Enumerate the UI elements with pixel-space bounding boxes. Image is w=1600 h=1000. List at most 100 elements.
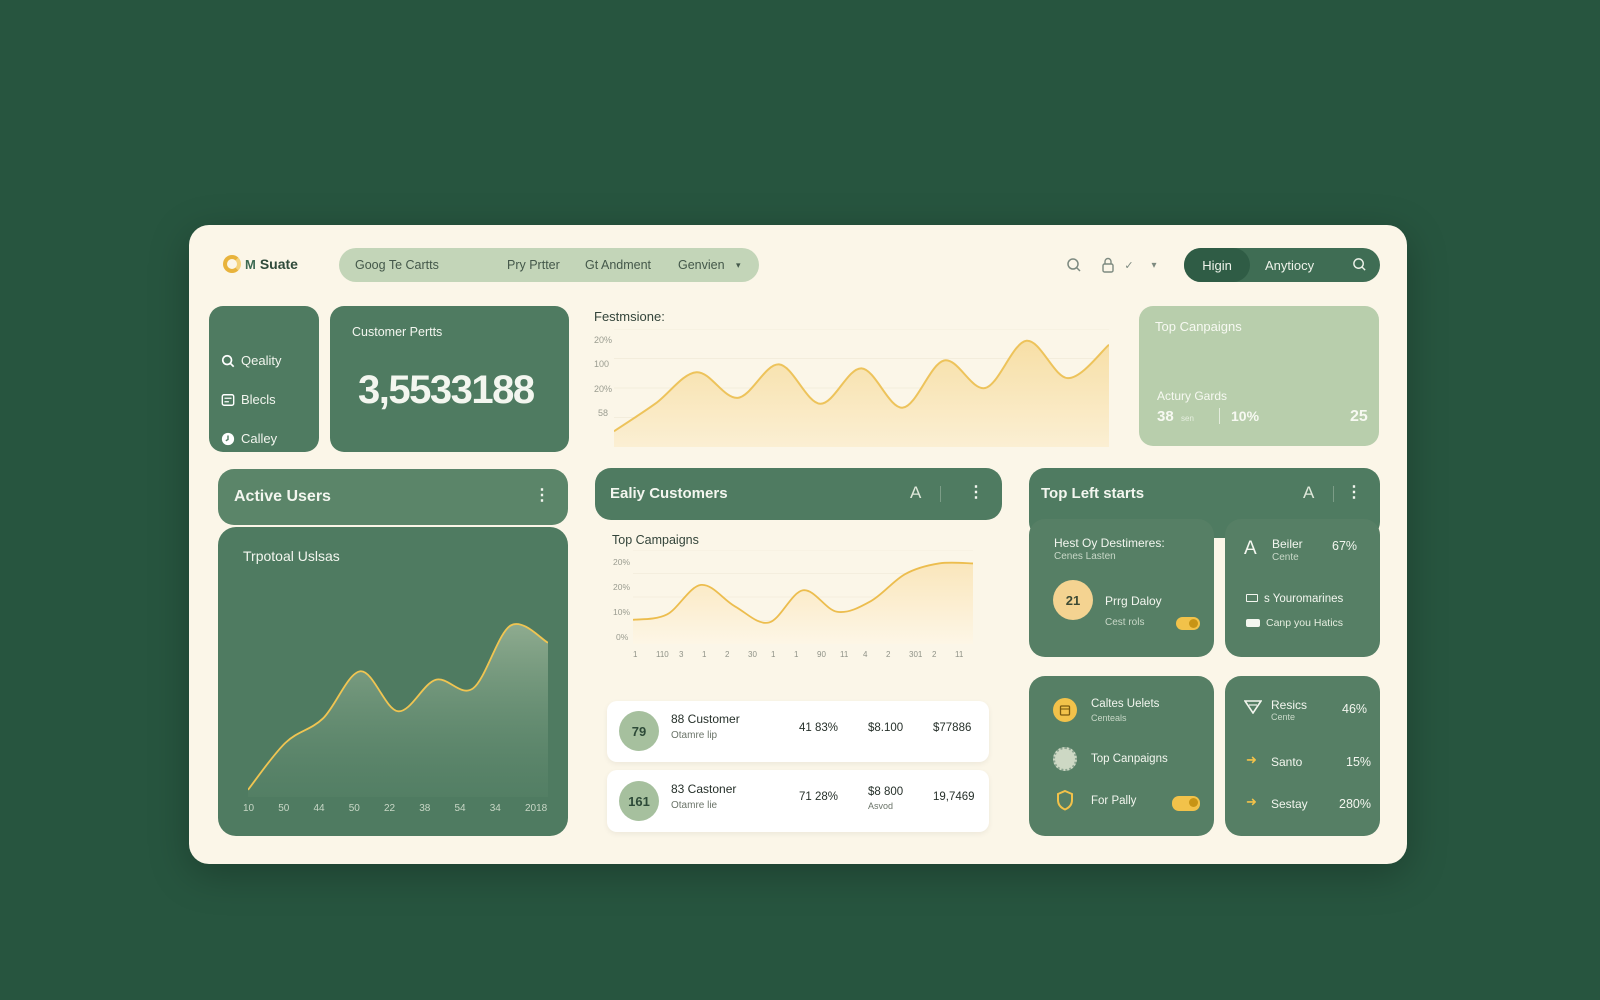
count-badge: 21: [1053, 580, 1093, 620]
stat-unit: sen: [1181, 414, 1194, 423]
more-options-icon[interactable]: ⋮: [968, 482, 984, 502]
nav-item-2[interactable]: Pry Prtter: [507, 258, 560, 272]
logo-icon: [223, 255, 241, 273]
xtick-label: 50: [348, 803, 360, 814]
active-users-area-chart: [248, 623, 548, 797]
xtick-label: 110: [656, 650, 669, 659]
check-icon[interactable]: ✓: [1119, 255, 1139, 275]
ytick-label: 20%: [594, 384, 613, 394]
destinations-card[interactable]: Hest Oy Destimeres: Cenes Lasten 21 Prrg…: [1029, 519, 1214, 657]
arrow-right-icon: ➜: [1246, 794, 1257, 809]
list-item[interactable]: Caltes Uelets: [1091, 698, 1159, 710]
ytick-label: 20%: [613, 557, 631, 567]
nav-item-3[interactable]: Gt Andment: [585, 258, 651, 272]
lock-icon[interactable]: [1098, 255, 1118, 275]
card-title: Hest Oy Destimeres:: [1054, 536, 1165, 550]
sidebar-item-label: Blecls: [241, 392, 276, 407]
beiler-card[interactable]: A Beiler Cente 67% s Youromarines Canp y…: [1225, 519, 1380, 657]
row-sub: Otamre lip: [671, 730, 718, 741]
card-title: Top Canpaigns: [1155, 319, 1242, 334]
row-percent: 71 28%: [799, 791, 839, 803]
card-subtitle: Cente: [1272, 552, 1299, 563]
xtick-label: 2018: [525, 803, 548, 814]
chevron-down-icon[interactable]: ▾: [736, 260, 741, 271]
globe-icon: [1053, 747, 1077, 771]
more-options-icon[interactable]: ⋮: [534, 485, 550, 505]
xtick-label: 11: [955, 650, 964, 659]
stat-value: 38: [1157, 408, 1174, 425]
font-icon[interactable]: A: [1303, 483, 1314, 503]
sidebar: Qeality Blecls Calley: [209, 306, 319, 452]
sidebar-item-quality[interactable]: Qeality: [221, 353, 281, 368]
early-customers-header: Ealiy Customers A ⋮: [595, 468, 1002, 520]
section-title: Ealiy Customers: [610, 485, 728, 502]
grid-icon: [221, 393, 235, 406]
row-name: 88 Customer: [671, 712, 740, 726]
xtick-label: 30: [748, 650, 757, 659]
search-icon[interactable]: [1352, 257, 1367, 275]
xtick-label: 22: [384, 803, 396, 814]
active-users-chart-card: Trpotoal Uslsas 10 50 44 50 22 38 54 34 2018: [218, 527, 568, 836]
xtick-label: 4: [863, 650, 868, 659]
active-users-header: Active Users ⋮: [218, 469, 568, 525]
nav-item-1[interactable]: Goog Te Cartts: [355, 258, 439, 272]
ytick-label: 20%: [613, 582, 631, 592]
xtick-label: 44: [313, 803, 325, 814]
customer-metric-card: Customer Pertts 3,5533188: [330, 306, 569, 452]
list-item: s Youromarines: [1264, 593, 1344, 605]
ytick-label: 0%: [616, 632, 629, 642]
card-icon: [1246, 619, 1260, 627]
list-item[interactable]: Top Canpaigns: [1091, 753, 1168, 765]
row-badge: 79: [619, 711, 659, 751]
logo-text: Suate: [259, 256, 298, 272]
list-item[interactable]: Santo: [1271, 755, 1302, 769]
table-row[interactable]: 161 83 Castoner Otamre lie 71 28% $8 800…: [607, 770, 989, 832]
segment-other[interactable]: Anytiocy: [1265, 258, 1314, 273]
sidebar-item-blocks[interactable]: Blecls: [221, 392, 276, 407]
list-item[interactable]: Sestay: [1271, 797, 1308, 811]
logo-mark-letter: M: [245, 256, 256, 272]
search-icon[interactable]: [1064, 255, 1084, 275]
sidebar-item-label: Calley: [241, 431, 278, 446]
logo[interactable]: M Suate: [223, 255, 298, 273]
chevron-down-icon[interactable]: ▾: [1144, 255, 1164, 275]
toggle-switch[interactable]: [1172, 796, 1200, 811]
xtick-label: 50: [278, 803, 290, 814]
row-total: $77886: [933, 722, 972, 734]
xtick-label: 34: [489, 803, 501, 814]
divider: [1333, 486, 1334, 502]
list-item[interactable]: For Pally: [1091, 795, 1136, 807]
nav-item-4[interactable]: Genvien: [678, 258, 725, 272]
ytick-label: 100: [594, 359, 610, 369]
metric-value: 3,5533188: [358, 368, 535, 412]
row-name: 83 Castoner: [671, 782, 737, 796]
chart-title: Top Campaigns: [612, 533, 699, 547]
table-row[interactable]: 79 88 Customer Otamre lip 41 83% $8.100 …: [607, 701, 989, 762]
list-item[interactable]: Resics: [1271, 698, 1307, 712]
item-percent: 46%: [1342, 702, 1368, 716]
row-amount: $8.100: [868, 722, 904, 734]
sidebar-item-calley[interactable]: Calley: [221, 431, 277, 446]
chart-title: Trpotoal Uslsas: [243, 548, 340, 564]
toggle-switch[interactable]: [1176, 617, 1200, 630]
row-amount: $8 800: [868, 786, 904, 798]
row-badge: 161: [619, 781, 659, 821]
arrow-right-icon: ➜: [1246, 752, 1257, 767]
list-item: Canp you Hatics: [1266, 617, 1344, 629]
card-subtitle: Cenes Lasten: [1054, 551, 1116, 562]
row-total: 19,7469: [933, 791, 975, 803]
segment-active[interactable]: Higin: [1184, 248, 1250, 282]
top-campaigns-card[interactable]: Top Canpaigns Actury Gards 38 sen 10% 25: [1139, 306, 1379, 446]
top-nav: Goog Te Cartts Pry Prtter Gt Andment Gen…: [339, 248, 759, 282]
stat-value: 25: [1350, 408, 1368, 425]
series-area: [614, 340, 1109, 447]
item-label: Prrg Daloy: [1105, 594, 1162, 608]
section-title: Top Left starts: [1041, 485, 1145, 502]
segment-control: Higin Anytiocy: [1184, 248, 1380, 282]
more-options-icon[interactable]: ⋮: [1346, 482, 1362, 502]
campaign-list-card: Caltes Uelets Centeals Top Canpaigns For…: [1029, 676, 1214, 836]
font-icon[interactable]: A: [910, 483, 921, 503]
metric-label: Customer Pertts: [352, 325, 443, 339]
card-icon: [1246, 594, 1258, 602]
xtick-label: 2: [886, 650, 891, 659]
